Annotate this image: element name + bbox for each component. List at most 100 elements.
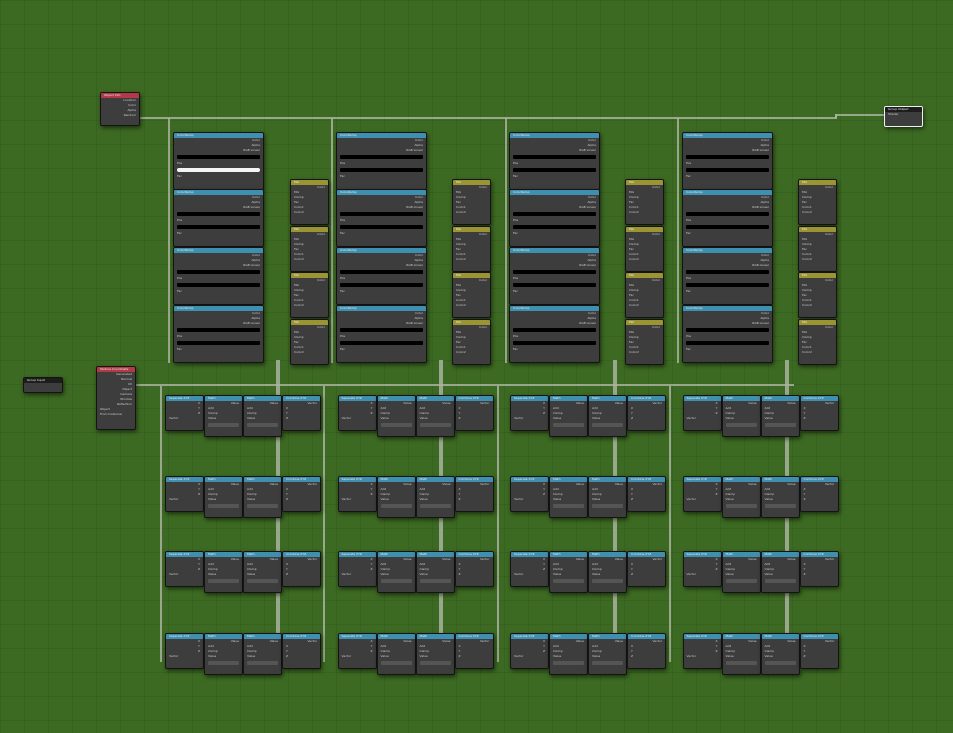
color-ramp-node[interactable]: ColorRamp Color Alpha RGB Linear Pos Fac bbox=[173, 247, 264, 305]
object-info-node[interactable]: Object Info Location Color Alpha Random bbox=[100, 92, 140, 126]
math-node[interactable]: Math Value Add Clamp Value bbox=[376, 476, 416, 518]
ramp-mode-dropdown[interactable]: RGB Linear bbox=[174, 205, 263, 210]
value-field[interactable] bbox=[380, 423, 412, 427]
value-field[interactable] bbox=[247, 579, 278, 583]
ramp-mode-dropdown[interactable]: RGB Linear bbox=[174, 148, 263, 153]
color-ramp-node[interactable]: ColorRamp Color Alpha RGB Linear Pos Fac bbox=[173, 305, 264, 363]
color-ramp-swatch[interactable] bbox=[340, 225, 423, 229]
color-ramp-swatch[interactable] bbox=[686, 341, 769, 345]
mix-node[interactable]: Mix Color Mix Clamp Fac Color1 Color2 bbox=[452, 319, 491, 365]
color-ramp-node[interactable]: ColorRamp Color Alpha RGB Linear Pos Fac bbox=[509, 189, 600, 247]
value-field[interactable] bbox=[592, 661, 623, 665]
math-node[interactable]: Math Value Add Clamp Value bbox=[243, 551, 282, 593]
ramp-mode-dropdown[interactable]: RGB Linear bbox=[337, 263, 426, 268]
separate-xyz-node[interactable]: Separate XYZ X Y Z Vector bbox=[510, 633, 549, 669]
separate-xyz-node[interactable]: Separate XYZ X Y Z Vector bbox=[337, 633, 377, 669]
combine-xyz-node[interactable]: Combine XYZ Vector X Y Z bbox=[799, 633, 839, 669]
ramp-position-field[interactable]: Pos bbox=[510, 218, 599, 223]
color-ramp-swatch[interactable] bbox=[686, 168, 769, 172]
math-node[interactable]: Math Value Add Clamp Value bbox=[204, 476, 243, 518]
math-node[interactable]: Math Value Add Clamp Value bbox=[588, 551, 627, 593]
ramp-mode-dropdown[interactable]: RGB Linear bbox=[174, 263, 263, 268]
value-field[interactable] bbox=[725, 504, 757, 508]
value-field[interactable] bbox=[247, 504, 278, 508]
color-ramp-gradient[interactable] bbox=[686, 328, 769, 332]
value-field[interactable] bbox=[553, 504, 584, 508]
color-ramp-gradient[interactable] bbox=[686, 270, 769, 274]
value-field[interactable] bbox=[592, 423, 623, 427]
math-node[interactable]: Math Value Add Clamp Value bbox=[760, 633, 800, 675]
mix-node[interactable]: Mix Color Mix Clamp Fac Color1 Color2 bbox=[798, 319, 837, 365]
separate-xyz-node[interactable]: Separate XYZ X Y Z Vector bbox=[682, 551, 722, 587]
color-ramp-gradient[interactable] bbox=[513, 212, 596, 216]
color-ramp-node[interactable]: ColorRamp Color Alpha RGB Linear Pos Fac bbox=[509, 305, 600, 363]
color-ramp-gradient[interactable] bbox=[513, 328, 596, 332]
ramp-position-field[interactable]: Pos bbox=[337, 161, 426, 166]
color-ramp-gradient[interactable] bbox=[177, 212, 260, 216]
math-node[interactable]: Math Value Add Clamp Value bbox=[549, 476, 588, 518]
ramp-mode-dropdown[interactable]: RGB Linear bbox=[337, 148, 426, 153]
color-ramp-node[interactable]: ColorRamp Color Alpha RGB Linear Pos Fac bbox=[173, 189, 264, 247]
ramp-position-field[interactable]: Pos bbox=[337, 334, 426, 339]
ramp-position-field[interactable]: Pos bbox=[337, 218, 426, 223]
value-field[interactable] bbox=[725, 661, 757, 665]
separate-xyz-node[interactable]: Separate XYZ X Y Z Vector bbox=[337, 476, 377, 512]
color-ramp-swatch[interactable] bbox=[177, 341, 260, 345]
from-instancer-checkbox[interactable]: From Instancer bbox=[97, 412, 135, 417]
color-ramp-gradient[interactable] bbox=[340, 155, 423, 159]
value-field[interactable] bbox=[419, 423, 451, 427]
color-ramp-swatch[interactable] bbox=[513, 341, 596, 345]
ramp-mode-dropdown[interactable]: RGB Linear bbox=[174, 321, 263, 326]
separate-xyz-node[interactable]: Separate XYZ X Y Z Vector bbox=[682, 633, 722, 669]
value-field[interactable] bbox=[764, 423, 796, 427]
color-ramp-swatch[interactable] bbox=[177, 168, 260, 172]
mix-node[interactable]: Mix Color Mix Clamp Fac Color1 Color2 bbox=[290, 272, 329, 318]
math-node[interactable]: Math Value Add Clamp Value bbox=[721, 476, 761, 518]
value-field[interactable] bbox=[553, 661, 584, 665]
math-node[interactable]: Math Value Add Clamp Value bbox=[415, 633, 455, 675]
color-ramp-gradient[interactable] bbox=[513, 270, 596, 274]
separate-xyz-node[interactable]: Separate XYZ X Y Z Vector bbox=[337, 551, 377, 587]
mix-node[interactable]: Mix Color Mix Clamp Fac Color1 Color2 bbox=[798, 179, 837, 225]
combine-xyz-node[interactable]: Combine XYZ Vector X Y Z bbox=[282, 395, 321, 431]
value-field[interactable] bbox=[764, 504, 796, 508]
separate-xyz-node[interactable]: Separate XYZ X Y Z Vector bbox=[510, 551, 549, 587]
color-ramp-node[interactable]: ColorRamp Color Alpha RGB Linear Pos Fac bbox=[509, 132, 600, 190]
math-node[interactable]: Math Value Add Clamp Value bbox=[588, 395, 627, 437]
color-ramp-node[interactable]: ColorRamp Color Alpha RGB Linear Pos Fac bbox=[336, 247, 427, 305]
mix-node[interactable]: Mix Color Mix Clamp Fac Color1 Color2 bbox=[452, 226, 491, 272]
mix-node[interactable]: Mix Color Mix Clamp Fac Color1 Color2 bbox=[290, 319, 329, 365]
color-ramp-swatch[interactable] bbox=[340, 341, 423, 345]
ramp-mode-dropdown[interactable]: RGB Linear bbox=[337, 205, 426, 210]
math-node[interactable]: Math Value Add Clamp Value bbox=[243, 395, 282, 437]
math-node[interactable]: Math Value Add Clamp Value bbox=[204, 551, 243, 593]
combine-xyz-node[interactable]: Combine XYZ Vector X Y Z bbox=[799, 395, 839, 431]
ramp-position-field[interactable]: Pos bbox=[337, 276, 426, 281]
combine-xyz-node[interactable]: Combine XYZ Vector X Y Z bbox=[454, 551, 494, 587]
color-ramp-node[interactable]: ColorRamp Color Alpha RGB Linear Pos Fac bbox=[173, 132, 264, 190]
value-field[interactable] bbox=[592, 504, 623, 508]
combine-xyz-node[interactable]: Combine XYZ Vector X Y Z bbox=[799, 476, 839, 512]
color-ramp-swatch[interactable] bbox=[513, 225, 596, 229]
color-ramp-swatch[interactable] bbox=[686, 225, 769, 229]
value-field[interactable] bbox=[208, 423, 239, 427]
math-node[interactable]: Math Value Add Clamp Value bbox=[549, 395, 588, 437]
separate-xyz-node[interactable]: Separate XYZ X Y Z Vector bbox=[165, 395, 204, 431]
math-node[interactable]: Math Value Add Clamp Value bbox=[721, 395, 761, 437]
separate-xyz-node[interactable]: Separate XYZ X Y Z Vector bbox=[165, 476, 204, 512]
mix-node[interactable]: Mix Color Mix Clamp Fac Color1 Color2 bbox=[452, 179, 491, 225]
ramp-mode-dropdown[interactable]: RGB Linear bbox=[510, 263, 599, 268]
combine-xyz-node[interactable]: Combine XYZ Vector X Y Z bbox=[627, 551, 666, 587]
math-node[interactable]: Math Value Add Clamp Value bbox=[204, 395, 243, 437]
ramp-position-field[interactable]: Pos bbox=[683, 276, 772, 281]
ramp-mode-dropdown[interactable]: RGB Linear bbox=[683, 205, 772, 210]
combine-xyz-node[interactable]: Combine XYZ Vector X Y Z bbox=[799, 551, 839, 587]
node-editor-canvas[interactable] bbox=[0, 0, 953, 733]
math-node[interactable]: Math Value Add Clamp Value bbox=[721, 633, 761, 675]
ramp-position-field[interactable]: Pos bbox=[683, 218, 772, 223]
color-ramp-swatch[interactable] bbox=[340, 168, 423, 172]
ramp-position-field[interactable]: Pos bbox=[683, 161, 772, 166]
ramp-mode-dropdown[interactable]: RGB Linear bbox=[510, 205, 599, 210]
color-ramp-gradient[interactable] bbox=[686, 212, 769, 216]
color-ramp-node[interactable]: ColorRamp Color Alpha RGB Linear Pos Fac bbox=[336, 305, 427, 363]
